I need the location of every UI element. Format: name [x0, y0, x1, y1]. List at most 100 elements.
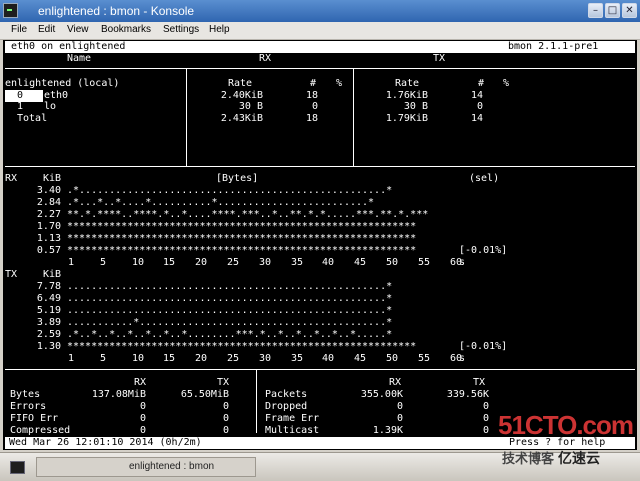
graph-bars: ........................................…	[67, 281, 393, 292]
y-tick-label: 3.89	[36, 317, 61, 328]
divider	[353, 68, 354, 166]
x-tick-label: 30	[259, 353, 272, 364]
menu-settings[interactable]: Settings	[163, 24, 199, 35]
taskbar-label: enlightened : bmon	[129, 461, 215, 472]
tx-pct: [-0.01%]	[459, 341, 508, 352]
graph-bars: ****************************************…	[67, 341, 417, 352]
stat-tx: 0	[222, 425, 229, 436]
y-tick-label: 2.27	[36, 209, 61, 220]
rx-rate: 30 B	[238, 101, 263, 112]
graph-bars: ........................................…	[67, 305, 393, 316]
taskbar-window-button[interactable]: enlightened : bmon	[36, 457, 256, 477]
stat-tx: 0	[482, 413, 489, 424]
y-tick-label: 1.13	[36, 233, 61, 244]
rx-graph-unit: KiB	[43, 173, 62, 184]
maximize-button[interactable]: □	[605, 3, 620, 18]
tx-graph-unit: KiB	[43, 269, 62, 280]
stat-tx: 65.50MiB	[180, 389, 229, 400]
x-unit: s	[459, 257, 466, 268]
tx-num: 14	[470, 113, 483, 124]
y-tick-label: 3.40	[36, 185, 61, 196]
x-tick-label: 15	[163, 257, 176, 268]
x-tick-label: 45	[354, 257, 367, 268]
watermark: 51CTO.com 技术博客 亿速云	[498, 410, 638, 472]
x-tick-label: 40	[322, 353, 335, 364]
interface-name: Total	[17, 113, 48, 124]
rx-num: 0	[311, 101, 318, 112]
tx-rate: 1.79KiB	[385, 113, 428, 124]
divider	[5, 369, 635, 370]
stat-label: Errors	[10, 401, 47, 412]
tx-num-header: #	[478, 78, 485, 89]
y-tick-label: 2.84	[36, 197, 61, 208]
x-tick-label: 45	[354, 353, 367, 364]
watermark-sub: 技术博客	[502, 452, 555, 467]
stat-label: FIFO Err	[10, 413, 59, 424]
status-time: Wed Mar 26 12:01:10 2014 (0h/2m)	[9, 437, 202, 448]
x-tick-label: 5	[100, 353, 107, 364]
window-title: enlightened : bmon - Konsole	[38, 4, 195, 18]
divider	[256, 369, 257, 433]
tx-graph-label: TX	[5, 269, 18, 280]
x-tick-label: 55	[418, 257, 431, 268]
divider	[186, 68, 187, 166]
terminal-icon[interactable]	[10, 461, 25, 474]
menu-view[interactable]: View	[67, 24, 89, 35]
stat-rx: 0	[139, 425, 146, 436]
graph-bars: ****************************************…	[67, 245, 417, 256]
x-tick-label: 35	[291, 257, 304, 268]
graph-bars: ****************************************…	[67, 233, 417, 244]
konsole-icon[interactable]	[3, 3, 18, 18]
rx-pct: [-0.01%]	[459, 245, 508, 256]
rx-rate-header: Rate	[228, 78, 253, 89]
menu-bar: File Edit View Bookmarks Settings Help	[0, 22, 640, 40]
y-tick-label: 1.70	[36, 221, 61, 232]
terminal[interactable]: eth0 on enlightened bmon 2.1.1-pre1 Name…	[3, 40, 637, 450]
rx-rate: 2.43KiB	[220, 113, 263, 124]
x-tick-label: 1	[68, 353, 75, 364]
graph-bars: ........................................…	[67, 293, 393, 304]
stat-tx: 0	[482, 401, 489, 412]
x-tick-label: 35	[291, 353, 304, 364]
minimize-button[interactable]: –	[588, 3, 603, 18]
stats-rx-header: RX	[134, 377, 147, 388]
stat-tx: 0	[222, 401, 229, 412]
y-tick-label: 6.49	[36, 293, 61, 304]
menu-file[interactable]: File	[11, 24, 27, 35]
graph-title: [Bytes]	[216, 173, 259, 184]
stat-rx: 1.39K	[372, 425, 403, 436]
stat-tx: 0	[482, 425, 489, 436]
stats-rx-header-2: RX	[389, 377, 402, 388]
graph-bars: ****************************************…	[67, 221, 417, 232]
tx-pct-header: %	[503, 78, 510, 89]
sel-indicator: (sel)	[469, 173, 500, 184]
stat-label: Multicast	[265, 425, 320, 436]
host-label: enlightened (local)	[5, 78, 120, 89]
x-tick-label: 25	[227, 257, 240, 268]
menu-bookmarks[interactable]: Bookmarks	[101, 24, 151, 35]
col-tx: TX	[433, 53, 446, 64]
stats-tx-header: TX	[217, 377, 230, 388]
interface-index: 1	[17, 101, 24, 112]
graph-bars: .*......................................…	[67, 185, 393, 196]
x-tick-label: 20	[195, 257, 208, 268]
graph-bars: .*..*..*..*..*..*..*........***.*..*..*.…	[67, 329, 393, 340]
rx-pct-header: %	[336, 78, 343, 89]
watermark-logo: 亿速云	[558, 451, 600, 467]
stat-rx: 355.00K	[360, 389, 403, 400]
x-tick-label: 25	[227, 353, 240, 364]
interface-index: 0	[5, 90, 43, 102]
close-button[interactable]: ✕	[622, 3, 637, 18]
x-tick-label: 5	[100, 257, 107, 268]
stat-rx: 0	[139, 401, 146, 412]
y-tick-label: 1.30	[36, 341, 61, 352]
x-tick-label: 50	[386, 257, 399, 268]
stat-label: Frame Err	[265, 413, 320, 424]
menu-help[interactable]: Help	[209, 24, 230, 35]
x-tick-label: 1	[68, 257, 75, 268]
y-tick-label: 2.59	[36, 329, 61, 340]
stat-label: Bytes	[10, 389, 41, 400]
rx-graph-label: RX	[5, 173, 18, 184]
menu-edit[interactable]: Edit	[38, 24, 55, 35]
stat-tx: 339.56K	[446, 389, 489, 400]
